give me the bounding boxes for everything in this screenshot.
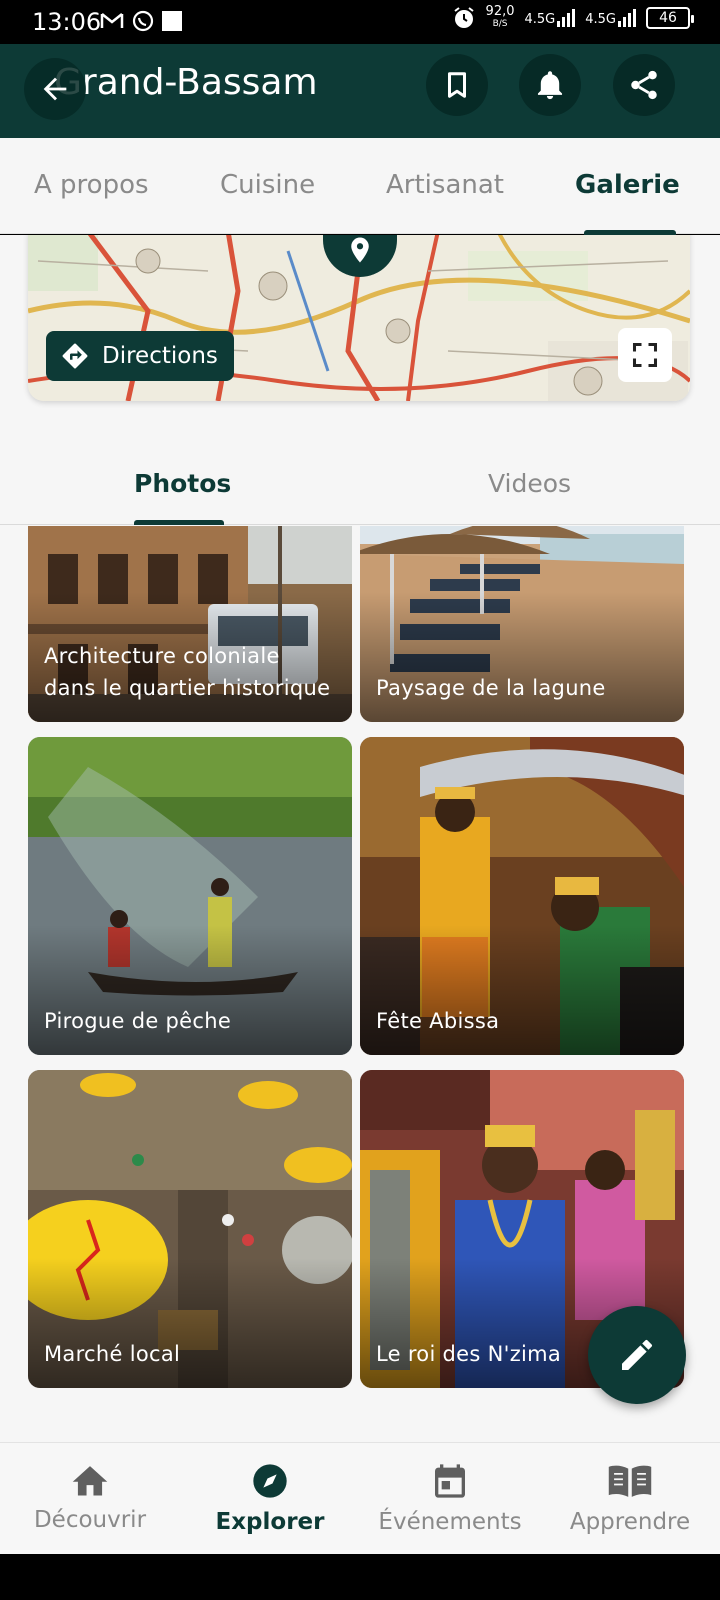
system-nav-bar [0, 1554, 720, 1600]
gallery-caption: Marché local [44, 1342, 181, 1366]
location-map[interactable]: Directions [28, 235, 690, 401]
back-button[interactable] [24, 58, 86, 120]
battery-indicator: 46 [646, 7, 694, 29]
tab-videos[interactable]: Videos [488, 469, 571, 498]
gallery-caption: Architecture coloniale dans le quartier … [44, 644, 331, 700]
nav-label: Apprendre [569, 1509, 691, 1535]
signal-2: 4.5G [585, 9, 636, 27]
tab-galerie[interactable]: Galerie [575, 170, 680, 200]
notification-square-icon [162, 11, 182, 31]
fullscreen-icon [632, 342, 658, 368]
main-content: Directions Photos Videos Architecture co… [0, 235, 720, 1442]
share-button[interactable] [613, 54, 675, 116]
notifications-button[interactable] [519, 54, 581, 116]
tab-cuisine[interactable]: Cuisine [220, 170, 315, 200]
pencil-icon [622, 1339, 652, 1370]
signal-bars-icon [557, 9, 576, 27]
whatsapp-icon [132, 10, 154, 32]
directions-label: Directions [102, 343, 218, 369]
fullscreen-button[interactable] [618, 328, 672, 382]
location-pin-icon [351, 237, 369, 263]
photo-gallery: Architecture coloniale dans le quartier … [0, 526, 720, 1442]
book-icon [608, 1465, 652, 1497]
active-media-tab-indicator [134, 520, 224, 525]
page-title: Grand-Bassam [54, 62, 318, 103]
compass-icon [253, 1464, 287, 1498]
nav-decouvrir[interactable]: Découvrir [0, 1443, 180, 1555]
gallery-item-pirogue[interactable]: Pirogue de pêche [28, 737, 352, 1055]
edit-fab[interactable] [588, 1306, 686, 1404]
gallery-item-marche[interactable]: Marché local [28, 1070, 352, 1388]
arrow-back-icon [43, 77, 67, 101]
app-bar: Grand-Bassam [0, 44, 720, 138]
nav-label: Explorer [215, 1509, 325, 1535]
media-tabs: Photos Videos [0, 415, 720, 525]
share-icon [631, 70, 657, 100]
gallery-caption: Paysage de la lagune [376, 676, 606, 700]
network-speed: 92,0 B/S [485, 4, 515, 29]
bookmark-button[interactable] [426, 54, 488, 116]
signal-1: 4.5G [525, 9, 576, 27]
gallery-item-abissa[interactable]: Fête Abissa [360, 737, 684, 1055]
nav-label: Découvrir [33, 1507, 147, 1533]
bell-icon [537, 71, 563, 100]
tab-a-propos[interactable]: A propos [34, 170, 149, 200]
signal-bars-icon [618, 9, 636, 27]
bookmark-icon [448, 72, 466, 98]
gallery-item-lagune[interactable]: Paysage de la lagune [360, 526, 684, 722]
directions-icon [62, 343, 88, 369]
status-bar: 13:06 92,0 B/S 4.5G 4.5G 46 [0, 0, 720, 44]
nav-label: Événements [378, 1509, 522, 1535]
home-icon [72, 1466, 108, 1496]
tab-photos[interactable]: Photos [134, 469, 231, 498]
gmail-icon [100, 13, 124, 28]
nav-apprendre[interactable]: Apprendre [540, 1443, 720, 1555]
calendar-icon [435, 1464, 465, 1498]
nav-explorer[interactable]: Explorer [180, 1443, 360, 1555]
gallery-caption: Fête Abissa [376, 1009, 500, 1033]
alarm-icon [453, 7, 474, 28]
directions-button[interactable]: Directions [46, 331, 234, 381]
tab-artisanat[interactable]: Artisanat [386, 170, 504, 200]
status-time: 13:06 [32, 8, 102, 36]
gallery-caption: Pirogue de pêche [44, 1009, 232, 1033]
nav-evenements[interactable]: Événements [360, 1443, 540, 1555]
section-tabs: A propos Cuisine Artisanat Galerie [0, 138, 720, 235]
bottom-navigation: Découvrir Explorer Événements Apprendre [0, 1442, 720, 1554]
gallery-item-architecture[interactable]: Architecture coloniale dans le quartier … [28, 526, 352, 722]
